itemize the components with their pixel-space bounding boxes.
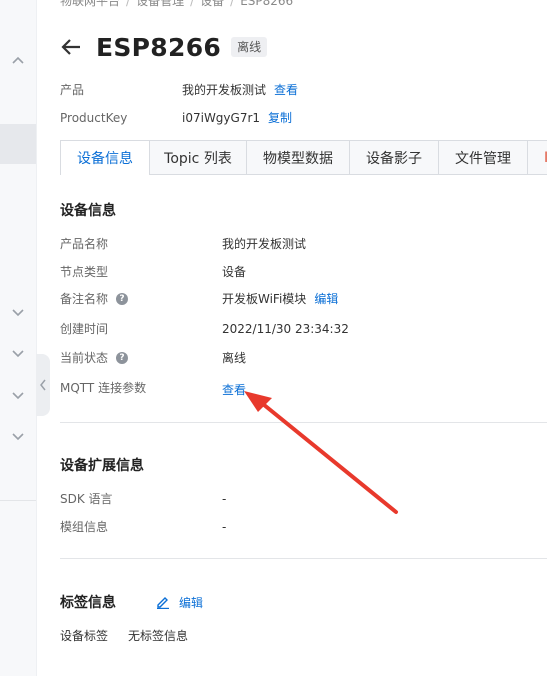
breadcrumb: 物联网平台 / 设备管理 / 设备 / ESP8266 xyxy=(60,0,293,9)
info-value-with-link: 查看 xyxy=(222,381,246,398)
breadcrumb-item[interactable]: 设备 xyxy=(200,0,224,8)
product-label: 产品 xyxy=(60,83,85,97)
sidebar-selected-item[interactable] xyxy=(0,124,36,164)
tab-thing-model-data[interactable]: 物模型数据 xyxy=(246,140,350,174)
info-value: - xyxy=(222,491,227,506)
productkey-label: ProductKey xyxy=(60,110,128,125)
tab-device-shadow[interactable]: 设备影子 xyxy=(349,140,439,174)
info-value: - xyxy=(222,519,227,534)
info-value: 无标签信息 xyxy=(128,629,189,643)
page-title: ESP8266 xyxy=(96,32,222,62)
tab-device-info[interactable]: 设备信息 xyxy=(60,140,150,175)
tab-topic-list[interactable]: Topic 列表 xyxy=(149,140,247,174)
info-value: 设备 xyxy=(222,265,247,279)
edit-tags-label: 编辑 xyxy=(179,595,204,610)
tab-file-management[interactable]: 文件管理 xyxy=(438,140,528,174)
info-value-with-link: 开发板WiFi模块 编辑 xyxy=(222,290,338,307)
info-label: 设备标签 xyxy=(60,629,109,643)
product-row: 产品 我的开发板测试 查看 xyxy=(60,81,298,98)
info-row-module-info: 模组信息 - xyxy=(60,518,226,535)
page-header: ESP8266 离线 xyxy=(60,30,268,64)
breadcrumb-current: ESP8266 xyxy=(240,0,294,8)
info-row-product-name: 产品名称 我的开发板测试 xyxy=(60,235,306,252)
info-label: 产品名称 xyxy=(60,237,109,251)
view-mqtt-params-link[interactable]: 查看 xyxy=(222,381,246,398)
chevron-down-icon[interactable] xyxy=(11,429,25,443)
chevron-down-icon[interactable] xyxy=(11,388,25,402)
info-value: 离线 xyxy=(222,351,247,365)
tab-bar: 设备信息 Topic 列表 物模型数据 设备影子 文件管理 I xyxy=(60,140,547,175)
breadcrumb-item[interactable]: 设备管理 xyxy=(136,0,184,8)
info-label-with-help: 当前状态 ? xyxy=(60,349,222,366)
pencil-icon xyxy=(156,595,170,609)
edit-tags-button[interactable]: 编辑 xyxy=(156,594,203,611)
section-divider xyxy=(60,422,547,423)
tag-info-title: 标签信息 xyxy=(60,595,116,611)
info-label: SDK 语言 xyxy=(60,492,113,506)
chevron-down-icon[interactable] xyxy=(11,346,25,360)
left-sidebar xyxy=(0,0,37,676)
copy-productkey-link[interactable]: 复制 xyxy=(268,109,292,126)
back-arrow-icon[interactable] xyxy=(60,36,82,58)
info-value: 我的开发板测试 xyxy=(222,237,307,251)
device-info-title: 设备信息 xyxy=(60,203,116,219)
info-row-current-status: 当前状态 ? 离线 xyxy=(60,349,246,366)
info-value: 开发板WiFi模块 xyxy=(222,292,307,306)
info-label: 备注名称 xyxy=(60,292,109,306)
info-label-with-help: 备注名称 ? xyxy=(60,290,222,307)
info-row-sdk-language: SDK 语言 - xyxy=(60,490,226,507)
view-product-link[interactable]: 查看 xyxy=(274,81,298,98)
info-row-created-time: 创建时间 2022/11/30 23:34:32 xyxy=(60,320,349,337)
section-divider xyxy=(60,558,547,559)
sidebar-divider xyxy=(0,500,36,501)
info-row-device-tags: 设备标签 无标签信息 xyxy=(60,627,188,644)
info-label: 当前状态 xyxy=(60,351,109,365)
productkey-value: i07iWgyG7r1 xyxy=(182,110,261,125)
tab-more[interactable]: I xyxy=(527,140,547,174)
chevron-up-icon[interactable] xyxy=(11,54,25,68)
info-value: 2022/11/30 23:34:32 xyxy=(222,321,349,336)
info-label: 节点类型 xyxy=(60,265,109,279)
info-label: MQTT 连接参数 xyxy=(60,381,147,395)
info-label: 创建时间 xyxy=(60,322,109,336)
help-icon[interactable]: ? xyxy=(116,351,129,364)
breadcrumb-item[interactable]: 物联网平台 xyxy=(60,0,120,8)
info-row-mqtt-params: MQTT 连接参数 查看 xyxy=(60,379,246,398)
ext-info-title: 设备扩展信息 xyxy=(60,458,144,474)
info-label: 模组信息 xyxy=(60,520,109,534)
help-icon[interactable]: ? xyxy=(116,292,129,305)
product-value: 我的开发板测试 xyxy=(182,83,267,97)
tag-info-header: 标签信息 编辑 xyxy=(60,592,203,612)
status-badge: 离线 xyxy=(231,37,268,57)
productkey-row: ProductKey i07iWgyG7r1 复制 xyxy=(60,109,292,126)
info-row-remark-name: 备注名称 ? 开发板WiFi模块 编辑 xyxy=(60,290,338,307)
edit-remark-link[interactable]: 编辑 xyxy=(314,290,338,307)
info-row-node-type: 节点类型 设备 xyxy=(60,263,246,280)
chevron-down-icon[interactable] xyxy=(11,305,25,319)
main-content: 物联网平台 / 设备管理 / 设备 / ESP8266 ESP8266 离线 产品 我的开发… xyxy=(36,0,547,676)
